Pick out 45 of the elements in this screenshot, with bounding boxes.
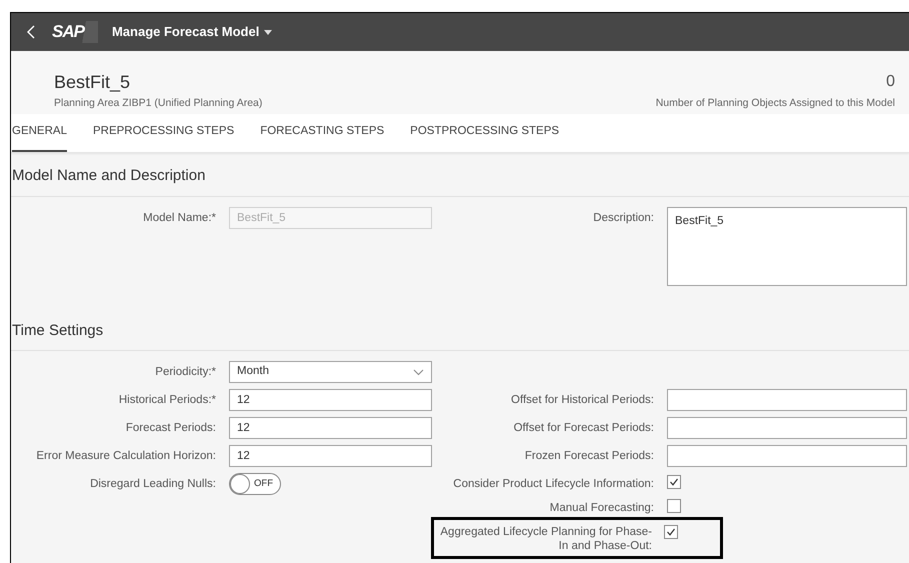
tab[interactable]: GENERAL — [12, 114, 67, 152]
field-label: Manual Forecasting: — [548, 501, 655, 515]
field-label: Description: — [592, 210, 655, 224]
toggle-state: OFF — [253, 476, 274, 491]
checkbox[interactable] — [667, 475, 681, 489]
checkbox[interactable] — [664, 525, 678, 539]
toggle-switch[interactable]: OFF — [229, 473, 281, 495]
model-title: BestFit_5 — [54, 71, 132, 93]
checkbox[interactable] — [667, 499, 681, 513]
description-field[interactable]: BestFit_5 — [667, 206, 907, 286]
select-value: Month — [237, 364, 269, 380]
input-field[interactable]: 12 — [229, 389, 432, 411]
app-title-menu[interactable]: Manage Forecast Model — [112, 22, 272, 42]
field-label: Offset for Historical Periods: — [510, 393, 655, 407]
select-field[interactable]: Month — [229, 361, 432, 383]
logo-text: SAP — [52, 21, 84, 44]
field-label: Consider Product Lifecycle Information: — [452, 477, 655, 491]
toggle-knob — [230, 474, 250, 494]
check-icon — [669, 477, 679, 487]
field-label: Model Name:* — [142, 210, 217, 224]
field-label: Aggregated Lifecycle Planning for Phase-In and Phase-Out: — [439, 525, 652, 553]
tab[interactable]: POSTPROCESSING STEPS — [410, 114, 560, 152]
count-label: Number of Planning Objects Assigned to this Model — [656, 96, 895, 111]
model-subtitle: Planning Area ZIBP1 (Unified Planning Area) — [54, 96, 262, 111]
field-label: Disregard Leading Nulls: — [89, 477, 217, 491]
input-field[interactable]: 12 — [229, 445, 432, 467]
field-label: Frozen Forecast Periods: — [524, 449, 655, 463]
section-title: Time Settings — [11, 304, 909, 351]
field-label: Offset for Forecast Periods: — [512, 421, 655, 435]
caret-icon — [264, 30, 272, 34]
back-icon[interactable] — [27, 25, 35, 39]
chevron-down-icon — [413, 368, 424, 376]
tab[interactable]: FORECASTING STEPS — [260, 114, 384, 152]
object-count: 0 — [886, 72, 895, 92]
field-label: Historical Periods:* — [118, 393, 217, 407]
tab[interactable]: PREPROCESSING STEPS — [92, 114, 234, 152]
check-icon — [666, 527, 676, 537]
input-field[interactable]: 12 — [229, 417, 432, 439]
input-field[interactable] — [667, 445, 907, 467]
field-label: Periodicity:* — [154, 365, 217, 379]
section-title: Model Name and Description — [11, 153, 909, 196]
input-field[interactable] — [667, 389, 907, 411]
input-field[interactable] — [667, 417, 907, 439]
field-label: Error Measure Calculation Horizon: — [35, 449, 217, 463]
field-label: Forecast Periods: — [124, 421, 217, 435]
